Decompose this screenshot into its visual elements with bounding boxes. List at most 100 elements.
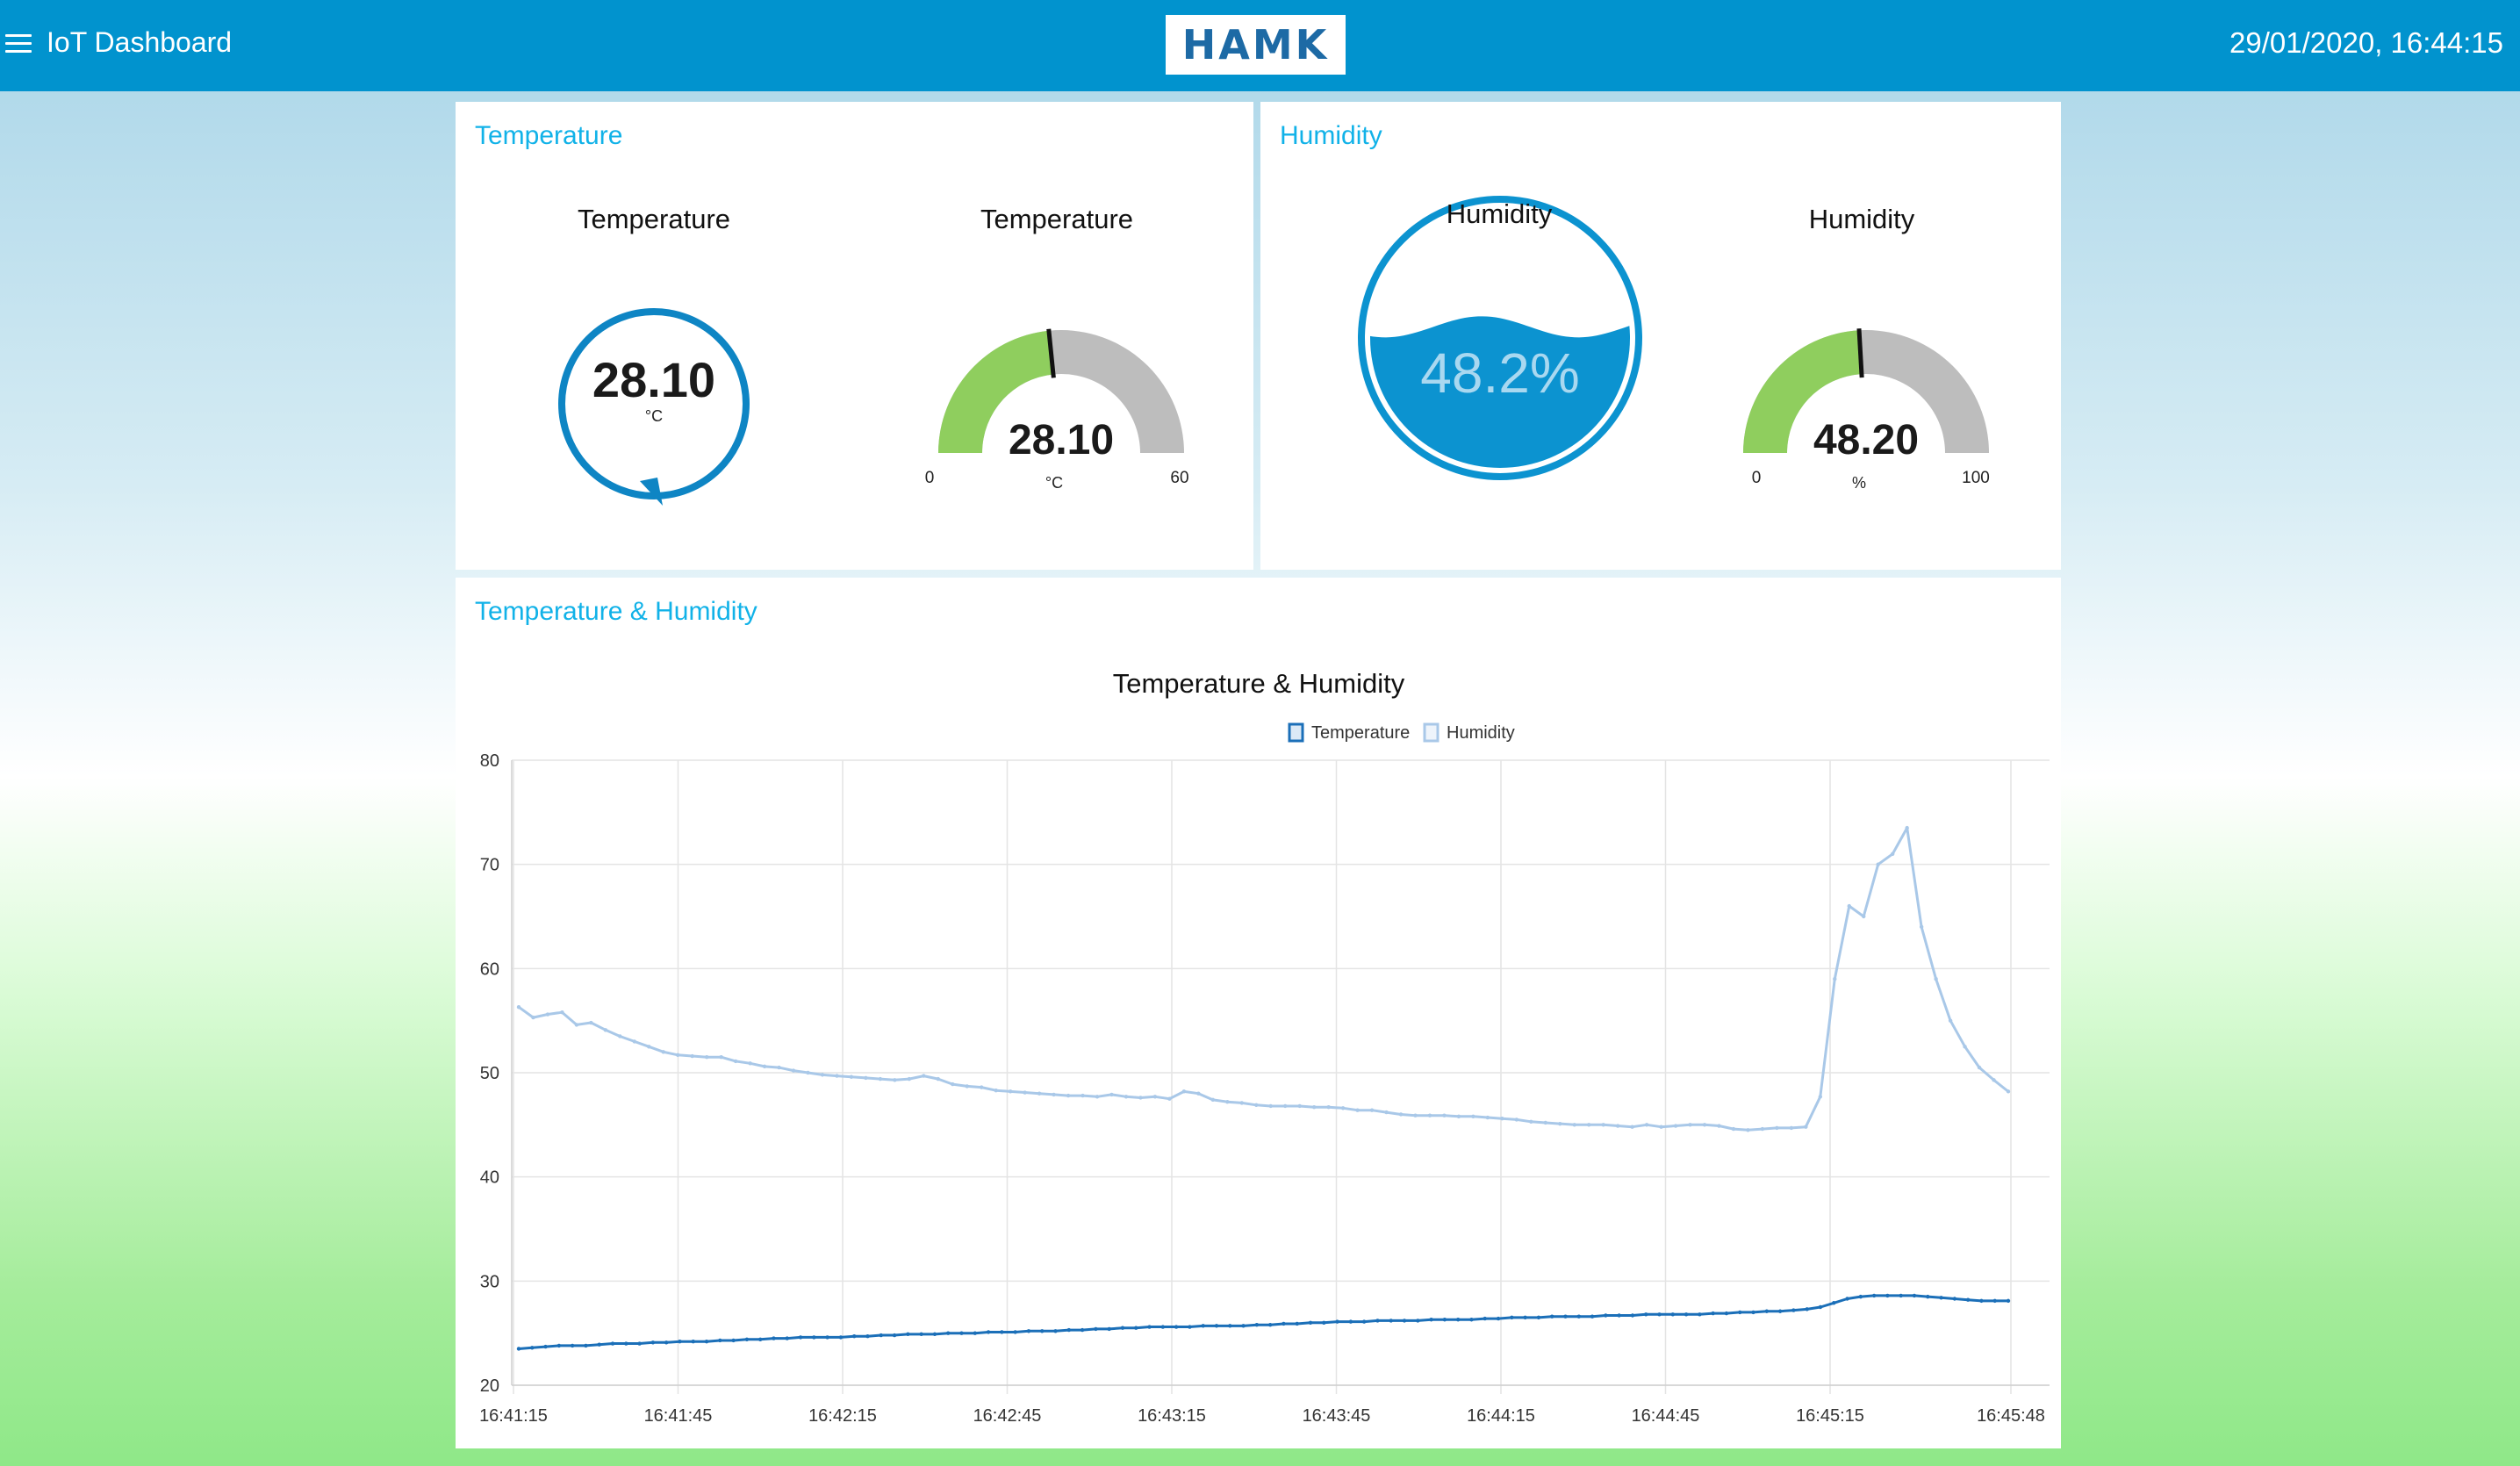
humidity-card-title: Humidity [1280,121,1382,150]
data-point-humidity [1052,1092,1056,1097]
data-point-humidity [1181,1089,1187,1094]
data-point-temperature [1738,1310,1742,1315]
data-point-humidity [1601,1123,1605,1127]
data-point-humidity [1702,1123,1707,1127]
data-point-temperature [584,1343,588,1348]
data-point-humidity [806,1070,810,1075]
data-point-temperature [1134,1326,1138,1330]
humidity-level-value: 48.2% [1420,341,1580,405]
x-tick-label: 16:45:48 [1977,1406,2045,1426]
data-point-temperature [744,1337,750,1341]
data-point-humidity [1919,924,1924,930]
data-point-temperature [946,1331,951,1335]
top-bar: IoT Dashboard HAMK 29/01/2020, 16:44:15 [0,0,2520,91]
data-point-temperature [1282,1321,1286,1326]
humidity-level-label: Humidity [1446,198,1553,229]
data-point-temperature [556,1343,562,1348]
data-point-temperature [1389,1319,1393,1323]
data-point-humidity [1847,903,1851,909]
data-point-temperature [825,1335,829,1340]
data-point-temperature [1604,1313,1608,1318]
humidity-card: Humidity Humidity 48.2% Humidity 48.20 0… [1260,102,2061,570]
data-point-humidity [777,1065,781,1070]
data-point-temperature [1523,1315,1527,1320]
data-point-humidity [560,1010,564,1015]
data-point-humidity [1688,1123,1692,1127]
data-point-temperature [1254,1322,1260,1327]
data-point-humidity [1731,1126,1736,1132]
data-point-temperature [1885,1293,1890,1298]
series-line-humidity [518,826,2009,1132]
data-point-temperature [1549,1314,1554,1319]
data-point-temperature [1926,1294,1930,1299]
data-point-humidity [1514,1117,1519,1122]
data-point-temperature [1644,1312,1648,1317]
data-point-temperature [1576,1314,1581,1319]
hamburger-menu-icon[interactable] [5,34,32,55]
data-point-temperature [570,1343,575,1348]
data-point-temperature [1617,1313,1621,1318]
data-point-humidity [1948,1018,1953,1023]
data-point-humidity [676,1053,680,1058]
data-point-humidity [1326,1104,1331,1110]
data-point-temperature [906,1332,910,1337]
data-point-temperature [1724,1311,1729,1316]
data-point-humidity [2006,1089,2011,1094]
chart-title: Temperature & Humidity [1113,668,1405,699]
data-point-temperature [610,1341,615,1346]
data-point-temperature [2006,1298,2011,1304]
x-tick-label: 16:42:15 [808,1406,877,1426]
data-point-humidity [1977,1065,1982,1070]
data-point-humidity [1023,1090,1027,1095]
data-point-humidity [1572,1123,1576,1127]
data-point-humidity [1210,1097,1216,1103]
data-point-humidity [1167,1096,1172,1101]
data-point-temperature [1965,1297,1971,1302]
data-point-humidity [980,1085,984,1089]
data-point-humidity [1775,1125,1779,1131]
data-point-temperature [1066,1327,1072,1333]
temperature-gauge-value: 28.10 [1008,417,1115,464]
temperature-card-title: Temperature [475,121,623,150]
data-point-humidity [820,1073,825,1077]
data-point-humidity [704,1055,709,1060]
data-point-temperature [1805,1307,1809,1311]
data-point-temperature [1670,1312,1675,1317]
data-point-humidity [603,1028,608,1032]
x-tick-label: 16:43:45 [1303,1406,1371,1426]
data-point-humidity [1644,1123,1649,1127]
data-point-humidity [1413,1113,1418,1117]
data-point-humidity [661,1050,665,1054]
humidity-gauge-label: Humidity [1808,204,1915,234]
data-point-humidity [1239,1101,1244,1105]
data-point-humidity [647,1045,651,1049]
data-point-temperature [785,1336,789,1340]
data-point-humidity [1833,977,1837,981]
data-point-temperature [1939,1296,1943,1300]
data-point-humidity [951,1082,955,1087]
data-point-humidity [1254,1103,1259,1107]
series-line-temperature [518,1294,2008,1350]
temperature-humidity-chart: Temperature & Humidity Temperature Humidit… [479,668,2050,1426]
data-point-humidity [1485,1115,1490,1120]
data-point-humidity [1992,1078,1996,1082]
data-point-temperature [1188,1325,1192,1329]
data-point-humidity [1066,1093,1071,1098]
y-tick-label: 40 [480,1168,499,1188]
data-point-temperature [1698,1312,1702,1317]
data-point-temperature [731,1338,736,1343]
y-tick-label: 80 [480,751,499,771]
data-point-temperature [1630,1313,1635,1318]
data-point-temperature [624,1341,628,1346]
data-point-temperature [1777,1309,1783,1313]
data-point-humidity [907,1076,912,1082]
data-point-temperature [637,1341,642,1346]
data-point-temperature [1483,1316,1487,1321]
data-point-temperature [1160,1325,1166,1329]
humidity-level-widget [1358,196,1642,480]
data-point-humidity [1587,1123,1591,1127]
data-point-humidity [1427,1113,1432,1117]
data-point-humidity [1543,1120,1547,1125]
data-point-temperature [932,1332,937,1337]
data-point-temperature [1214,1324,1219,1328]
